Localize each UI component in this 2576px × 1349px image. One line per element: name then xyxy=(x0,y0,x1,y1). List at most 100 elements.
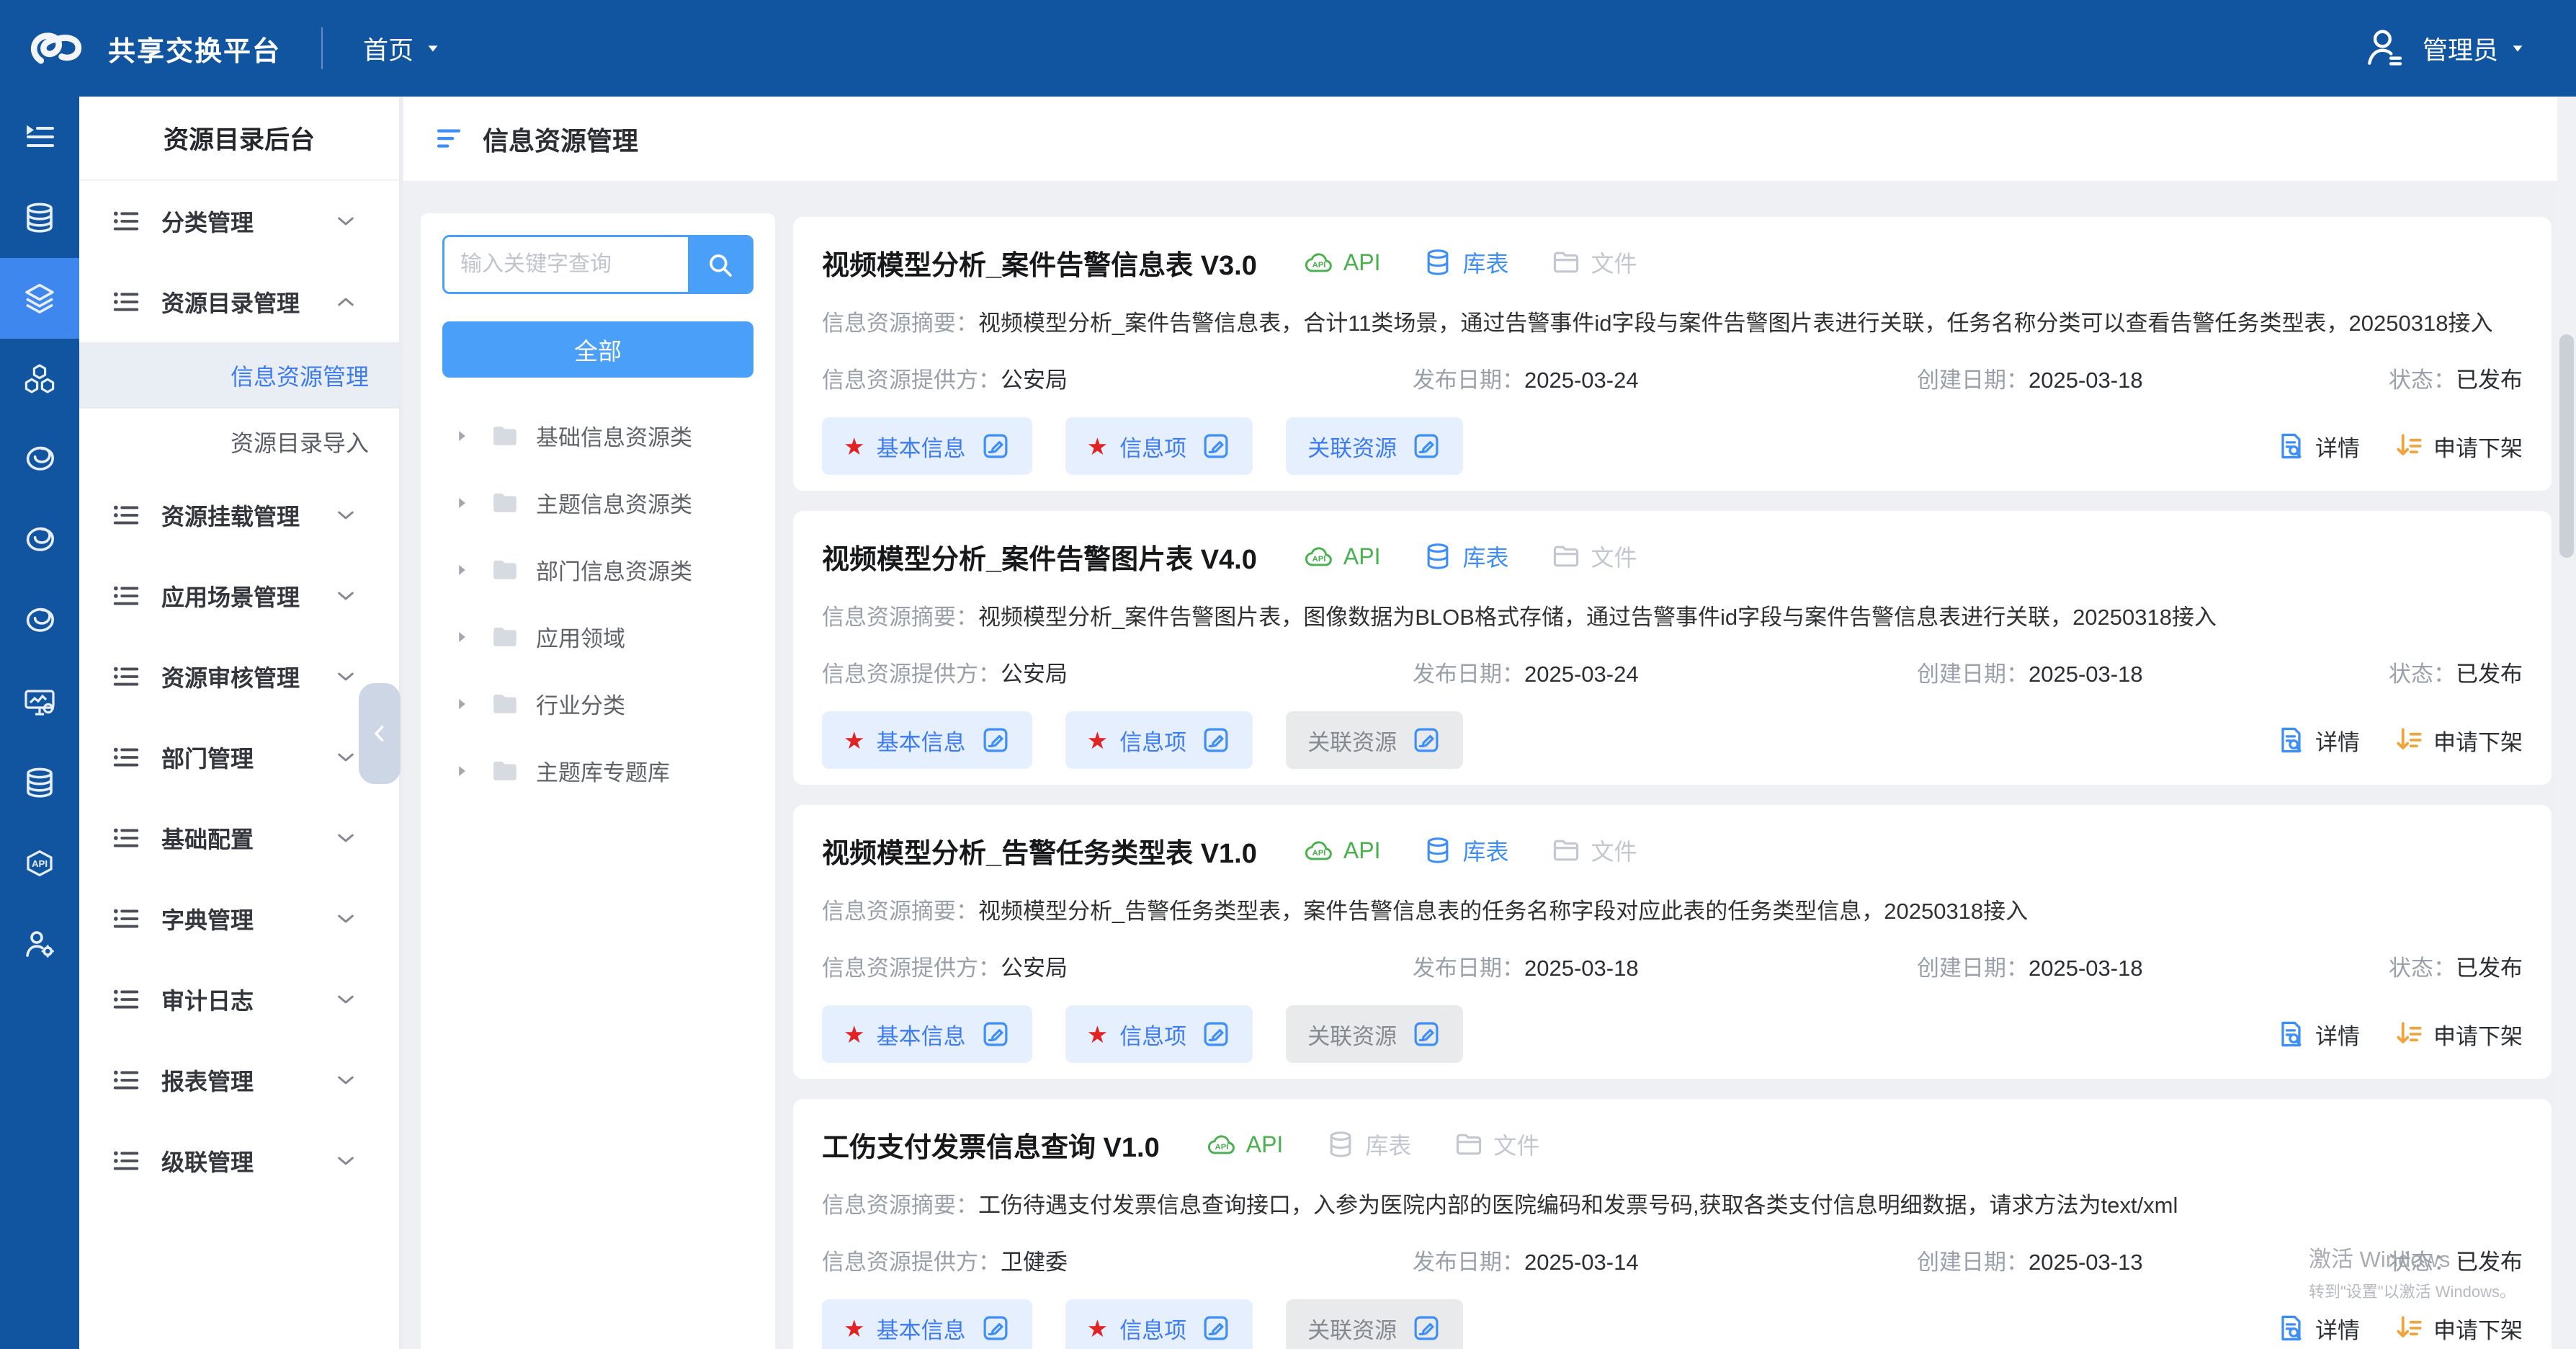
card-button-label: 信息项 xyxy=(1119,724,1186,757)
rail-item-database-8[interactable] xyxy=(0,742,79,823)
card-button-2[interactable]: 关联资源 xyxy=(1286,417,1463,475)
card-button-2[interactable]: 关联资源 xyxy=(1286,1005,1463,1063)
list-icon xyxy=(109,285,143,319)
list-icon xyxy=(109,1064,143,1097)
card-button-0[interactable]: ★基本信息 xyxy=(822,711,1032,769)
tag-cloud-api: APIAPI xyxy=(1206,1128,1284,1161)
card-button-2[interactable]: 关联资源 xyxy=(1286,711,1463,769)
tree-node-5[interactable]: 主题库专题库 xyxy=(442,737,753,804)
tag-label: 文件 xyxy=(1493,1128,1539,1161)
rail-item-layers-2[interactable] xyxy=(0,258,79,339)
tree-node-0[interactable]: 基础信息资源类 xyxy=(442,402,753,469)
unlist-action[interactable]: 申请下架 xyxy=(2393,1018,2523,1051)
rail-item-database-1[interactable] xyxy=(0,177,79,258)
card-button-2[interactable]: 关联资源 xyxy=(1286,1299,1463,1349)
chevron-left-icon xyxy=(367,721,392,746)
list-icon xyxy=(109,741,143,774)
all-categories-button[interactable]: 全部 xyxy=(442,321,753,378)
card-button-label: 信息项 xyxy=(1119,1018,1186,1051)
rail-item-swirl-6[interactable] xyxy=(0,581,79,662)
detail-action[interactable]: 详情 xyxy=(2275,724,2360,757)
resource-card-1: 视频模型分析_案件告警图片表 V4.0 APIAPI库表文件 信息资源摘要：视频… xyxy=(793,511,2552,785)
edit-icon xyxy=(1411,1019,1441,1049)
sidebar-item-8[interactable]: 审计日志 xyxy=(79,959,399,1040)
rail-item-api-stamp-9[interactable]: API xyxy=(0,823,79,904)
caret-right-icon xyxy=(452,427,471,445)
scrollbar-thumb[interactable] xyxy=(2559,334,2574,558)
tree-node-4[interactable]: 行业分类 xyxy=(442,670,753,737)
rail-item-swirl-5[interactable] xyxy=(0,500,79,581)
search-input[interactable] xyxy=(444,237,688,292)
nav-home[interactable]: 首页 xyxy=(363,30,441,67)
edit-icon xyxy=(980,1019,1011,1049)
rail-item-user-gear-10[interactable] xyxy=(0,904,79,984)
sidebar-item-5[interactable]: 部门管理 xyxy=(79,717,399,798)
sidebar-subitem-1-0[interactable]: 信息资源管理 xyxy=(79,342,399,409)
card-button-1[interactable]: ★信息项 xyxy=(1065,417,1253,475)
card-button-0[interactable]: ★基本信息 xyxy=(822,1299,1032,1349)
create-date: 创建日期：2025-03-13 xyxy=(1917,1244,2389,1276)
file-icon xyxy=(1550,540,1582,572)
rail-item-monitor-gear-7[interactable] xyxy=(0,662,79,742)
unlist-action[interactable]: 申请下架 xyxy=(2393,430,2523,463)
card-button-1[interactable]: ★信息项 xyxy=(1065,1005,1253,1063)
detail-action[interactable]: 详情 xyxy=(2275,1018,2360,1051)
tree-node-3[interactable]: 应用领域 xyxy=(442,603,753,670)
required-star-icon: ★ xyxy=(844,1023,865,1046)
edit-icon xyxy=(980,1313,1011,1343)
rail-item-collapse-menu-0[interactable] xyxy=(0,97,79,177)
required-star-icon: ★ xyxy=(1087,729,1109,752)
unlist-action[interactable]: 申请下架 xyxy=(2393,724,2523,757)
detail-action[interactable]: 详情 xyxy=(2275,1312,2360,1345)
keyword-search xyxy=(442,235,753,294)
sidebar-subitem-1-1[interactable]: 资源目录导入 xyxy=(79,409,399,475)
required-star-icon: ★ xyxy=(844,729,865,752)
resource-meta: 信息资源提供方：公安局 发布日期：2025-03-24 创建日期：2025-03… xyxy=(822,362,2523,394)
caret-right-icon xyxy=(452,628,471,646)
content-titlebar: 信息资源管理 xyxy=(403,97,2576,181)
chevron-down-icon xyxy=(334,665,357,688)
tag-label: 文件 xyxy=(1591,540,1637,573)
cloud-api-icon: API xyxy=(1206,1128,1238,1160)
sidebar-item-9[interactable]: 报表管理 xyxy=(79,1040,399,1121)
card-button-label: 基本信息 xyxy=(877,1018,966,1051)
card-button-1[interactable]: ★ 信息项 xyxy=(1065,711,1253,769)
sidebar-item-1[interactable]: 资源目录管理 xyxy=(79,262,399,342)
sidebar-item-6[interactable]: 基础配置 xyxy=(79,798,399,878)
rail-item-swirl-4[interactable] xyxy=(0,419,79,500)
card-button-0[interactable]: ★ 基本信息 xyxy=(822,1005,1032,1063)
edit-icon xyxy=(1201,1313,1231,1343)
database-icon xyxy=(22,200,57,235)
tree-node-1[interactable]: 主题信息资源类 xyxy=(442,469,753,536)
list-icon xyxy=(109,822,143,855)
card-button-0[interactable]: ★基本信息 xyxy=(822,417,1032,475)
sidebar-item-10[interactable]: 级联管理 xyxy=(79,1121,399,1201)
rail-item-hexagon-cluster-3[interactable] xyxy=(0,339,79,419)
collapse-menu-icon xyxy=(22,120,57,154)
chevron-down-icon xyxy=(334,210,357,233)
chevron-down-icon xyxy=(334,907,357,930)
tag-file: 文件 xyxy=(1550,834,1637,867)
db-table-icon xyxy=(1422,540,1454,572)
list-icon xyxy=(109,983,143,1016)
user-menu[interactable]: 管理员 xyxy=(2423,30,2526,67)
sidebar-collapse-handle[interactable] xyxy=(359,683,401,784)
resource-meta: 信息资源提供方：卫健委 发布日期：2025-03-14 创建日期：2025-03… xyxy=(822,1244,2523,1276)
folder-icon xyxy=(490,689,520,719)
card-button-1[interactable]: ★信息项 xyxy=(1065,1299,1253,1349)
sidebar-item-4[interactable]: 资源审核管理 xyxy=(79,636,399,717)
sidebar-item-0[interactable]: 分类管理 xyxy=(79,181,399,262)
search-button[interactable] xyxy=(688,237,751,292)
vertical-scrollbar[interactable] xyxy=(2557,97,2576,1349)
sidebar-item-7[interactable]: 字典管理 xyxy=(79,878,399,959)
layers-icon xyxy=(22,281,57,316)
unlist-action[interactable]: 申请下架 xyxy=(2393,1312,2523,1345)
sidebar-item-2[interactable]: 资源挂载管理 xyxy=(79,475,399,556)
sidebar-item-3[interactable]: 应用场景管理 xyxy=(79,556,399,636)
edit-icon xyxy=(1411,1313,1441,1343)
tree-node-2[interactable]: 部门信息资源类 xyxy=(442,536,753,603)
sidebar-item-label: 资源挂载管理 xyxy=(161,499,300,532)
detail-action[interactable]: 详情 xyxy=(2275,430,2360,463)
tree-node-label: 应用领域 xyxy=(536,620,625,653)
swirl-icon xyxy=(22,604,57,638)
